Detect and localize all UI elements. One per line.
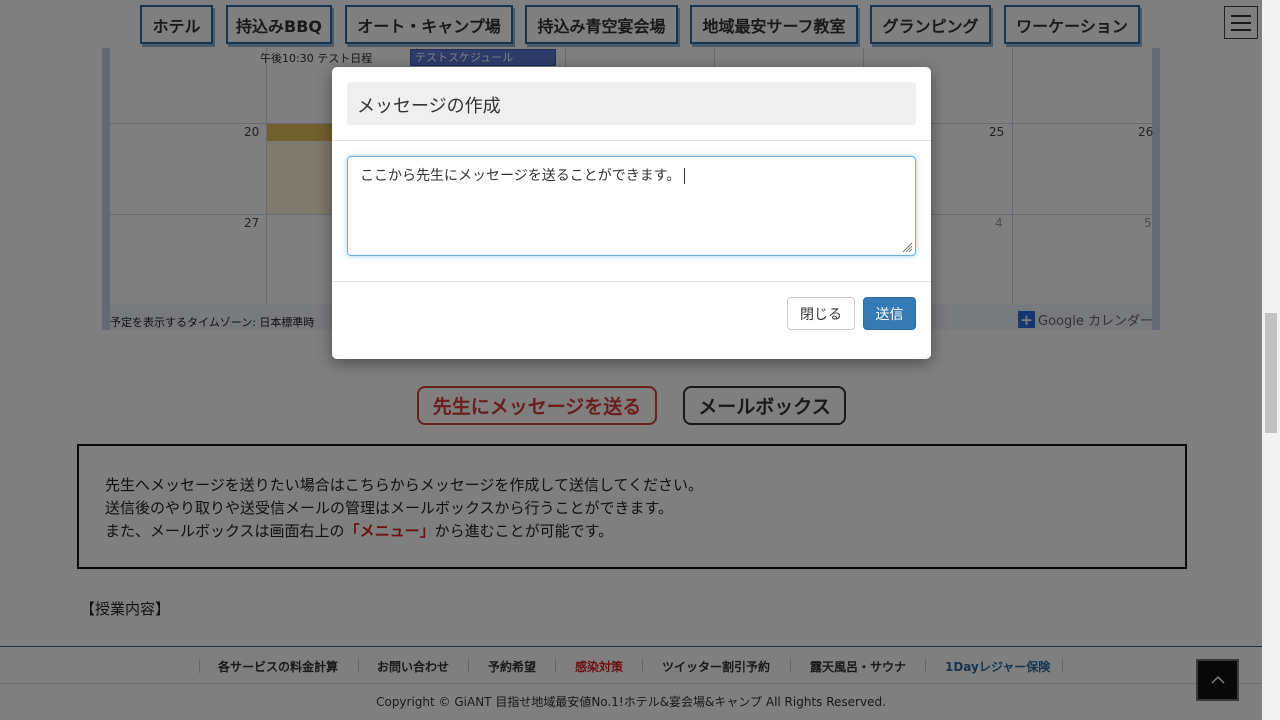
message-text: ここから先生にメッセージを送ることができます。 [360,168,681,184]
compose-message-modal: メッセージの作成 ここから先生にメッセージを送ることができます。 閉じる 送信 [332,67,931,359]
resize-grip-icon[interactable] [901,241,913,253]
scrollbar-thumb[interactable] [1265,313,1277,433]
message-textarea[interactable]: ここから先生にメッセージを送ることができます。 [347,156,916,256]
send-button[interactable]: 送信 [863,297,916,330]
text-caret [684,168,686,184]
page-scrollbar[interactable] [1262,0,1280,720]
modal-title: メッセージの作成 [347,82,916,125]
close-button[interactable]: 閉じる [787,297,855,330]
modal-divider [332,140,931,141]
modal-divider [332,281,931,282]
